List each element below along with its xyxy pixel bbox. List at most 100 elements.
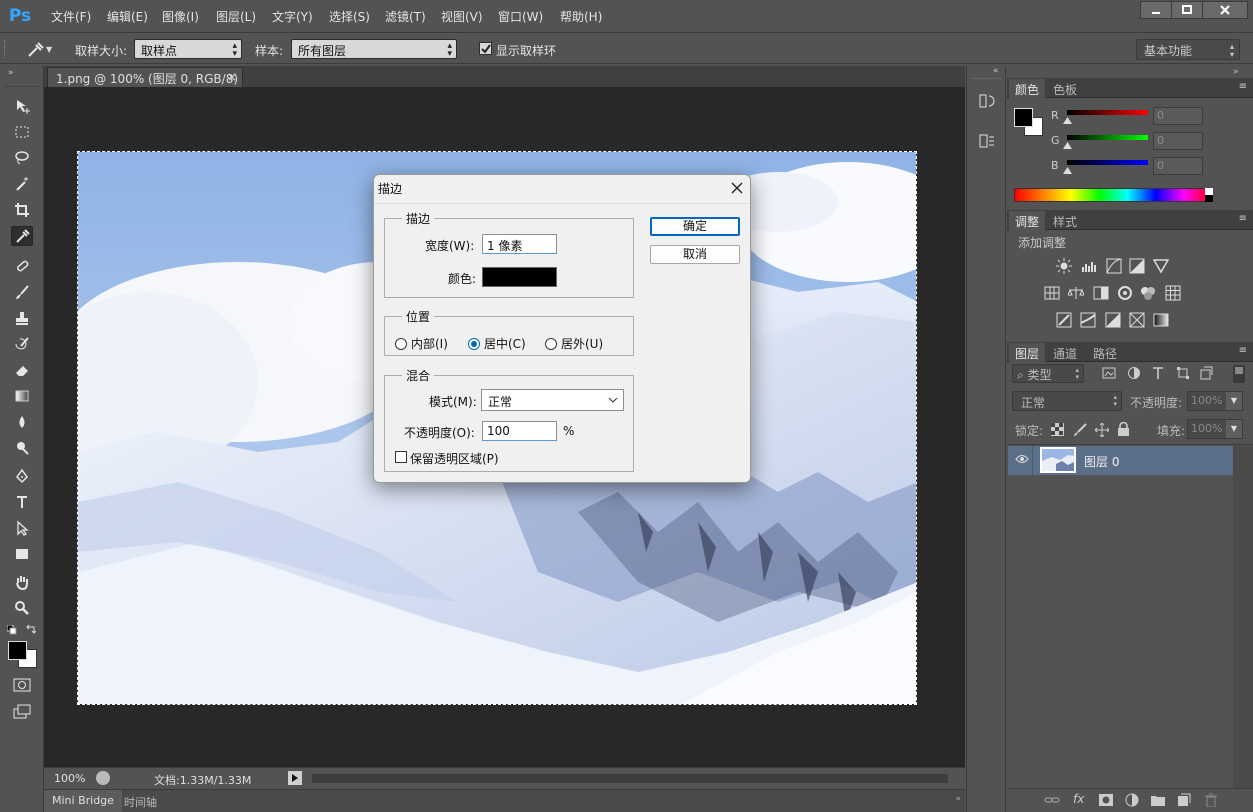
menu-help[interactable]: 帮助(H) — [560, 8, 602, 25]
minimize-button[interactable] — [1140, 1, 1172, 19]
blur-tool[interactable] — [11, 412, 33, 432]
lock-position-icon[interactable] — [1095, 423, 1109, 437]
brightness-icon[interactable] — [1055, 257, 1073, 275]
lock-pixels-icon[interactable] — [1073, 423, 1087, 437]
hue-saturation-icon[interactable] — [1043, 284, 1061, 302]
filter-pixel-icon[interactable] — [1102, 366, 1116, 380]
magic-wand-tool[interactable] — [11, 174, 33, 194]
slider-thumb-icon[interactable] — [1063, 117, 1072, 124]
collapse-arrows-icon[interactable]: « — [955, 794, 961, 804]
menu-filter[interactable]: 滤镜(T) — [385, 8, 426, 25]
new-adjustment-icon[interactable] — [1125, 793, 1139, 807]
color-balance-icon[interactable] — [1067, 284, 1085, 302]
blend-mode-select[interactable]: 正常 ▴ ▾ — [1012, 391, 1122, 411]
chevron-down-icon[interactable]: ▼ — [1226, 392, 1242, 410]
menu-image[interactable]: 图像(I) — [162, 8, 199, 25]
marquee-tool[interactable] — [11, 122, 33, 142]
tab-styles[interactable]: 样式 — [1047, 211, 1083, 230]
type-tool[interactable] — [11, 492, 33, 512]
filter-smart-object-icon[interactable] — [1199, 366, 1213, 380]
share-icon[interactable] — [96, 771, 110, 785]
new-layer-icon[interactable] — [1177, 793, 1191, 807]
fill-field[interactable]: 100% ▼ — [1187, 419, 1243, 439]
workspace-select[interactable]: 基本功能 ▴ ▾ — [1136, 39, 1240, 60]
slider-thumb-icon[interactable] — [1063, 167, 1072, 174]
crop-tool[interactable] — [11, 200, 33, 220]
tab-timeline[interactable]: 时间轴 — [124, 790, 157, 812]
move-tool[interactable] — [11, 96, 33, 116]
chevron-down-icon[interactable]: ▼ — [1226, 420, 1242, 438]
ramp-white-swatch[interactable] — [1205, 188, 1213, 195]
tab-swatches[interactable]: 色板 — [1047, 79, 1083, 98]
opacity-input[interactable]: 100 — [482, 421, 557, 441]
layer-row[interactable]: 图层 0 — [1008, 446, 1233, 475]
healing-brush-tool[interactable] — [11, 256, 33, 276]
menu-edit[interactable]: 编辑(E) — [107, 8, 148, 25]
color-fg-swatch[interactable] — [1014, 108, 1033, 127]
collapse-arrows-icon[interactable]: » — [1233, 67, 1239, 77]
sample-size-select[interactable]: 取样点 ▴ ▾ — [134, 39, 242, 59]
ramp-black-swatch[interactable] — [1205, 195, 1213, 202]
layer-name[interactable]: 图层 0 — [1084, 453, 1119, 470]
show-ring-checkbox[interactable] — [479, 42, 492, 55]
channel-r-slider[interactable] — [1067, 110, 1148, 115]
status-menu-button[interactable] — [288, 771, 302, 785]
zoom-tool[interactable] — [11, 598, 33, 618]
channel-g-value[interactable]: 0 — [1153, 132, 1203, 150]
pen-tool[interactable] — [11, 466, 33, 486]
quick-mask-icon[interactable] — [13, 678, 31, 692]
layer-filter-select[interactable]: ⌕ 类型 ▴ ▾ — [1012, 364, 1084, 383]
properties-panel-icon[interactable] — [978, 132, 996, 150]
layer-style-icon[interactable]: fx — [1073, 792, 1084, 806]
panel-menu-icon[interactable]: ≡ — [1239, 213, 1247, 224]
menu-window[interactable]: 窗口(W) — [498, 8, 543, 25]
channel-b-value[interactable]: 0 — [1153, 157, 1203, 175]
lock-transparent-icon[interactable] — [1051, 423, 1064, 436]
sample-select[interactable]: 所有图层 ▴ ▾ — [291, 39, 457, 59]
trash-icon[interactable] — [1205, 793, 1217, 807]
exposure-icon[interactable] — [1128, 257, 1146, 275]
posterize-icon[interactable] — [1079, 311, 1097, 329]
zoom-level[interactable]: 100% — [54, 772, 85, 785]
lasso-tool[interactable] — [11, 148, 33, 168]
position-center-radio[interactable]: 居中(C) — [468, 335, 526, 352]
maximize-button[interactable] — [1171, 1, 1203, 19]
foreground-color-swatch[interactable] — [8, 641, 27, 660]
expand-arrows-icon[interactable]: « — [993, 66, 999, 76]
channel-mixer-icon[interactable] — [1139, 284, 1157, 302]
color-lookup-icon[interactable] — [1164, 284, 1182, 302]
new-group-icon[interactable] — [1151, 794, 1165, 806]
tool-preset-picker[interactable]: ▼ — [24, 39, 60, 59]
history-brush-tool[interactable] — [11, 334, 33, 354]
filter-type-icon[interactable] — [1151, 366, 1165, 380]
filter-shape-icon[interactable] — [1176, 366, 1190, 380]
eye-visibility-icon[interactable] — [1015, 454, 1029, 464]
ok-button[interactable]: 确定 — [650, 217, 740, 236]
layers-scrollbar[interactable] — [1233, 446, 1253, 788]
options-grip[interactable] — [4, 40, 8, 58]
position-inside-radio[interactable]: 内部(I) — [395, 335, 448, 352]
menu-select[interactable]: 选择(S) — [329, 8, 370, 25]
invert-icon[interactable] — [1055, 311, 1073, 329]
filter-adjustment-icon[interactable] — [1127, 366, 1141, 380]
default-colors-icon[interactable] — [7, 625, 17, 635]
channel-r-value[interactable]: 0 — [1153, 107, 1203, 125]
levels-icon[interactable] — [1081, 257, 1099, 275]
channel-g-slider[interactable] — [1067, 135, 1148, 140]
path-selection-tool[interactable] — [11, 518, 33, 538]
curves-icon[interactable] — [1105, 257, 1123, 275]
tab-color[interactable]: 颜色 — [1009, 79, 1046, 98]
lock-all-icon[interactable] — [1117, 422, 1130, 436]
mode-select[interactable]: 正常 — [481, 389, 624, 411]
gradient-tool[interactable] — [11, 386, 33, 406]
menu-file[interactable]: 文件(F) — [51, 8, 91, 25]
slider-thumb-icon[interactable] — [1063, 142, 1072, 149]
horizontal-scrollbar[interactable] — [312, 774, 948, 783]
tab-layers[interactable]: 图层 — [1009, 343, 1046, 362]
swap-colors-icon[interactable] — [26, 624, 36, 634]
link-layers-icon[interactable] — [1044, 794, 1060, 806]
gradient-map-icon[interactable] — [1152, 311, 1170, 329]
channel-b-slider[interactable] — [1067, 160, 1148, 165]
vibrance-icon[interactable] — [1152, 257, 1170, 275]
width-input[interactable]: 1 像素 — [482, 234, 557, 254]
